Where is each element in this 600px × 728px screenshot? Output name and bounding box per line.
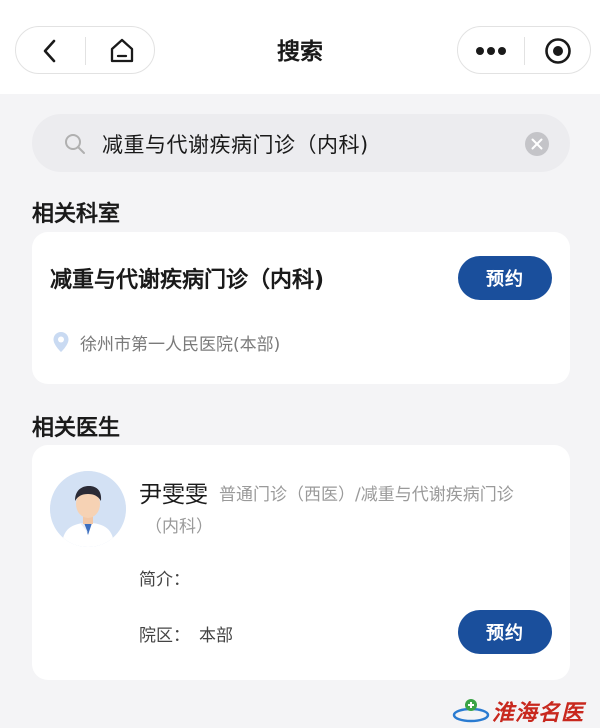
- doctor-intro-label: 简介：: [139, 570, 190, 590]
- doctor-campus-value: 本部: [199, 626, 233, 646]
- watermark-text: 淮海名医网: [492, 701, 585, 726]
- search-input[interactable]: 减重与代谢疾病门诊（内科): [32, 114, 570, 172]
- watermark: 淮海名医网: [452, 693, 598, 726]
- home-button[interactable]: [86, 27, 156, 75]
- doctor-department-line2: （内科）: [145, 517, 213, 537]
- menu-capsule: [457, 26, 591, 74]
- doctor-card[interactable]: 尹雯雯 普通门诊（西医）/减重与代谢疾病门诊 （内科） 简介： 院区： 本部 预…: [32, 445, 570, 680]
- top-bar: 搜索: [0, 0, 600, 94]
- back-arrow-icon: [43, 39, 56, 63]
- section-title-doctors: 相关医生: [32, 416, 121, 441]
- section-title-departments: 相关科室: [32, 202, 121, 227]
- clear-icon[interactable]: [524, 131, 550, 157]
- more-button[interactable]: [458, 27, 524, 75]
- doctor-campus-label: 院区：: [139, 626, 190, 646]
- search-query-text[interactable]: 减重与代谢疾病门诊（内科): [102, 129, 369, 159]
- target-icon: [545, 38, 571, 64]
- close-miniprogram-button[interactable]: [525, 27, 592, 75]
- location-pin-icon: [53, 332, 69, 352]
- doctor-avatar: [50, 471, 126, 547]
- department-name: 减重与代谢疾病门诊（内科): [50, 268, 325, 293]
- doctor-department-line1: 普通门诊（西医）/减重与代谢疾病门诊: [219, 485, 514, 505]
- doctor-name: 尹雯雯: [139, 482, 208, 508]
- doctor-book-button[interactable]: 预约: [458, 610, 552, 654]
- search-icon: [65, 134, 85, 154]
- back-button[interactable]: [16, 27, 85, 75]
- department-book-button[interactable]: 预约: [458, 256, 552, 300]
- doctor-avatar-icon: [50, 471, 126, 547]
- department-card[interactable]: 减重与代谢疾病门诊（内科) 预约 徐州市第一人民医院(本部): [32, 232, 570, 384]
- hospital-name: 徐州市第一人民医院(本部): [80, 335, 281, 355]
- more-dots-icon: [476, 47, 506, 55]
- nav-capsule: [15, 26, 155, 74]
- watermark-logo-icon: [452, 699, 490, 723]
- home-icon: [110, 38, 134, 63]
